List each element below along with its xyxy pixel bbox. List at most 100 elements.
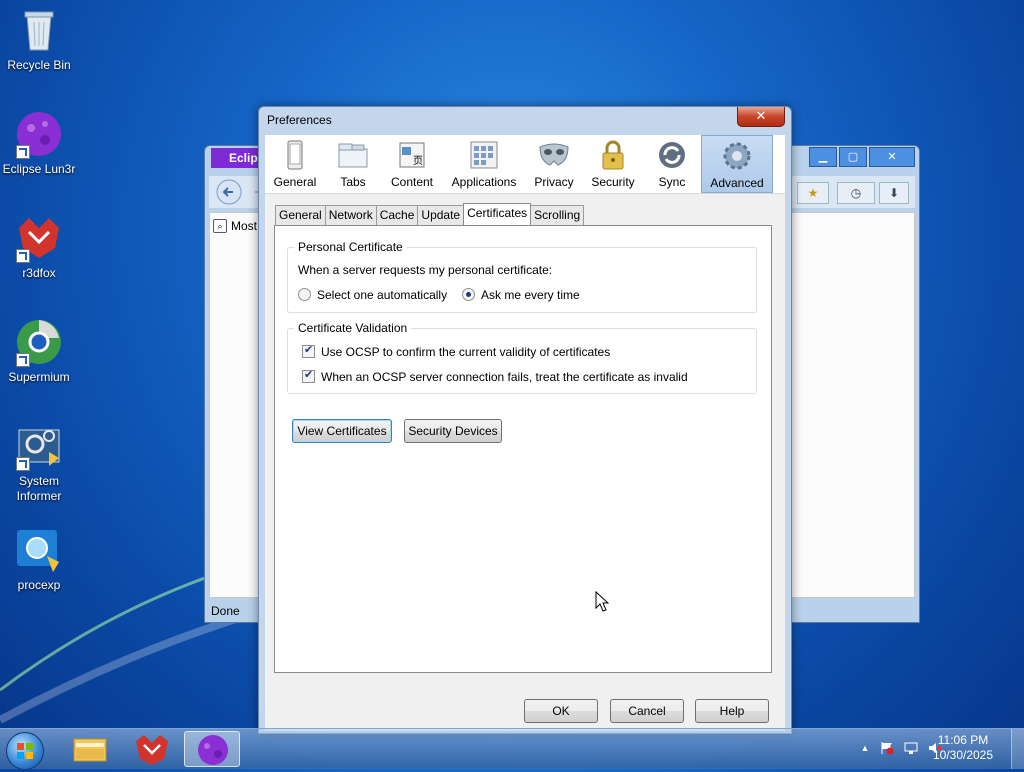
dialog-title: Preferences bbox=[267, 113, 332, 127]
pane-content-label: Content bbox=[390, 175, 434, 189]
taskbar-r3dfox[interactable] bbox=[124, 731, 180, 767]
status-bar-text: Done bbox=[211, 604, 240, 618]
pane-privacy-label: Privacy bbox=[534, 175, 574, 189]
personal-certificate-group: Personal Certificate When a server reque… bbox=[287, 240, 757, 313]
pane-sync[interactable]: Sync bbox=[643, 135, 701, 193]
pane-general[interactable]: General bbox=[265, 135, 325, 193]
minimize-button[interactable]: ▁ bbox=[809, 147, 837, 167]
help-button[interactable]: Help bbox=[695, 699, 769, 723]
padlock-icon bbox=[597, 139, 629, 171]
cancel-button[interactable]: Cancel bbox=[610, 699, 684, 723]
taskbar-eclipse-lun3r[interactable] bbox=[184, 731, 240, 767]
personal-certificate-prompt: When a server requests my personal certi… bbox=[298, 263, 553, 277]
pane-sync-label: Sync bbox=[658, 175, 686, 189]
pane-security-label: Security bbox=[591, 175, 635, 189]
system-informer-label: System Informer bbox=[16, 474, 62, 503]
option-select-automatically[interactable]: Select one automatically bbox=[298, 288, 447, 302]
r3dfox-label: r3dfox bbox=[22, 266, 56, 280]
desktop-icon-eclipse-lun3r[interactable]: Eclipse Lun3r bbox=[0, 110, 78, 177]
folder-icon bbox=[73, 738, 107, 762]
shortcut-arrow-icon bbox=[16, 249, 30, 263]
shortcut-arrow-icon bbox=[16, 353, 30, 367]
pane-content[interactable]: 页 Content bbox=[381, 135, 443, 193]
option-ask-every-time[interactable]: Ask me every time bbox=[462, 288, 580, 302]
pane-general-label: General bbox=[273, 175, 317, 189]
pane-advanced-label: Advanced bbox=[710, 176, 764, 190]
security-devices-button[interactable]: Security Devices bbox=[404, 419, 502, 443]
option-select-automatically-label: Select one automatically bbox=[317, 288, 448, 302]
desktop-icon-r3dfox[interactable]: r3dfox bbox=[0, 214, 78, 281]
shortcut-arrow-icon bbox=[16, 145, 30, 159]
r3dfox-icon bbox=[15, 214, 63, 263]
desktop-icon-supermium[interactable]: Supermium bbox=[0, 318, 78, 385]
tabs-icon bbox=[337, 139, 369, 171]
eclipse-lun3r-taskbar-icon bbox=[198, 735, 228, 765]
start-button[interactable] bbox=[6, 732, 44, 770]
certificates-panel: Personal Certificate When a server reque… bbox=[274, 225, 772, 673]
applications-icon bbox=[468, 139, 500, 171]
pane-tabs-label: Tabs bbox=[340, 175, 366, 189]
tab-general[interactable]: General bbox=[275, 205, 326, 225]
tab-network[interactable]: Network bbox=[324, 205, 377, 225]
taskbar: ▲ 11:06 PM 10/30/2025 bbox=[0, 728, 1024, 770]
tab-scrolling[interactable]: Scrolling bbox=[530, 205, 585, 225]
dialog-close-button[interactable]: ✕ bbox=[737, 107, 785, 127]
download-icon[interactable]: ⬇ bbox=[879, 182, 909, 204]
action-center-flag-icon[interactable] bbox=[880, 741, 894, 755]
mouse-cursor-icon bbox=[595, 591, 609, 612]
certificate-validation-heading: Certificate Validation bbox=[294, 321, 412, 335]
clock[interactable]: 11:06 PM 10/30/2025 bbox=[928, 733, 998, 763]
ocsp-confirm-checkbox[interactable] bbox=[302, 343, 315, 358]
tab-cache[interactable]: Cache bbox=[375, 205, 419, 225]
content-icon: 页 bbox=[396, 139, 428, 171]
dialog-body: General Tabs 页 Content Applications Priv… bbox=[265, 135, 785, 731]
recycle-bin-label: Recycle Bin bbox=[7, 58, 71, 72]
radio-select-automatically[interactable] bbox=[298, 288, 311, 301]
taskbar-explorer[interactable] bbox=[62, 731, 118, 767]
desktop-icon-recycle-bin[interactable]: Recycle Bin bbox=[0, 6, 78, 73]
desktop-icon-system-informer[interactable]: System Informer bbox=[0, 422, 78, 504]
system-informer-icon bbox=[15, 422, 63, 471]
personal-certificate-heading: Personal Certificate bbox=[294, 240, 407, 254]
tray-expand-icon[interactable]: ▲ bbox=[858, 741, 872, 755]
maximize-button[interactable]: ▢ bbox=[839, 147, 867, 167]
view-certificates-button[interactable]: View Certificates bbox=[292, 419, 392, 443]
procexp-icon bbox=[15, 526, 63, 574]
recycle-bin-icon bbox=[15, 6, 63, 54]
advanced-tabs: General Network Cache Update Certificate… bbox=[275, 203, 585, 225]
ocsp-confirm-option[interactable]: Use OCSP to confirm the current validity… bbox=[302, 343, 610, 359]
close-button[interactable]: ✕ bbox=[869, 147, 915, 167]
supermium-label: Supermium bbox=[8, 370, 70, 384]
pane-security[interactable]: Security bbox=[583, 135, 643, 193]
desktop-icon-procexp[interactable]: procexp bbox=[0, 526, 78, 593]
eclipse-lun3r-label: Eclipse Lun3r bbox=[2, 162, 76, 176]
preferences-dialog[interactable]: Preferences ✕ General Tabs 页 Content App… bbox=[258, 106, 792, 734]
history-icon[interactable]: ◷ bbox=[837, 182, 875, 204]
eclipse-lun3r-icon bbox=[15, 110, 63, 159]
ocsp-fail-checkbox[interactable] bbox=[302, 368, 315, 383]
bookmark-star-icon[interactable]: ★ bbox=[797, 182, 829, 204]
pane-applications[interactable]: Applications bbox=[443, 135, 525, 193]
sync-icon bbox=[656, 139, 688, 171]
shortcut-arrow-icon bbox=[16, 457, 30, 471]
pane-advanced[interactable]: Advanced bbox=[701, 135, 773, 193]
mask-icon bbox=[538, 139, 570, 171]
system-tray: ▲ 11:06 PM 10/30/2025 bbox=[834, 729, 1024, 769]
network-icon[interactable] bbox=[904, 741, 918, 755]
pane-applications-label: Applications bbox=[451, 175, 517, 189]
pane-privacy[interactable]: Privacy bbox=[525, 135, 583, 193]
svg-text:页: 页 bbox=[413, 155, 423, 167]
show-desktop-button[interactable] bbox=[1011, 729, 1024, 769]
option-ask-every-time-label: Ask me every time bbox=[481, 288, 580, 302]
tab-certificates[interactable]: Certificates bbox=[463, 203, 532, 225]
ocsp-fail-label: When an OCSP server connection fails, tr… bbox=[321, 370, 688, 384]
address-text: Most bbox=[231, 219, 258, 233]
gear-icon bbox=[721, 140, 753, 172]
clock-date: 10/30/2025 bbox=[932, 748, 994, 762]
ocsp-fail-option[interactable]: When an OCSP server connection fails, tr… bbox=[302, 368, 688, 384]
radio-ask-every-time[interactable] bbox=[462, 288, 475, 301]
tab-update[interactable]: Update bbox=[417, 205, 465, 225]
ok-button[interactable]: OK bbox=[524, 699, 598, 723]
pane-tabs[interactable]: Tabs bbox=[325, 135, 381, 193]
windows-logo-icon bbox=[17, 743, 33, 759]
